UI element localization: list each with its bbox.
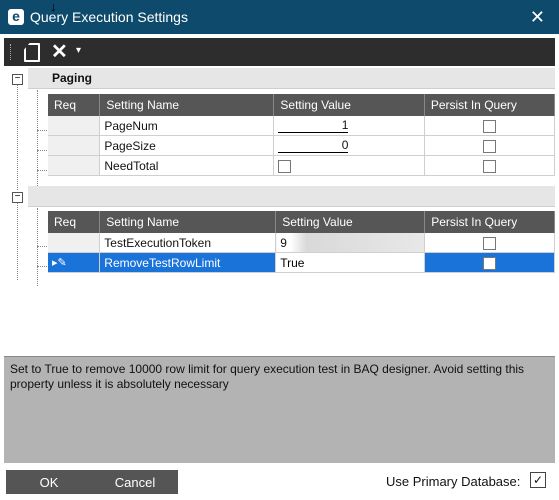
tree-line [17, 200, 18, 280]
setting-value-input[interactable]: 1 [278, 118, 349, 133]
app-logo-icon: e [8, 8, 24, 25]
row-edit-indicator-icon[interactable]: ▸✎ [48, 252, 101, 273]
grid-header-row: Req Setting Name Setting Value Persist I… [48, 211, 555, 233]
close-button[interactable]: ✕ [530, 7, 545, 28]
persist-cell [424, 116, 556, 136]
setting-value-cell[interactable] [273, 155, 425, 176]
col-header-persist: Persist In Query [424, 94, 556, 116]
col-header-setting-value: Setting Value [275, 211, 426, 233]
settings-grid-paging: Req Setting Name Setting Value Persist I… [48, 94, 556, 176]
setting-name: RemoveTestRowLimit [99, 252, 277, 273]
setting-name: TestExecutionToken [99, 233, 277, 253]
col-header-req: Req [48, 94, 101, 116]
table-row[interactable]: TestExecutionToken 9 [48, 233, 555, 253]
ok-button[interactable]: OK [6, 470, 92, 494]
table-row[interactable]: NeedTotal [48, 155, 556, 176]
col-header-req: Req [48, 211, 101, 233]
expand-collapse-toggle[interactable]: − [12, 192, 23, 203]
persist-checkbox[interactable] [483, 236, 497, 250]
group-header-paging: Paging [28, 68, 555, 89]
group-title: Paging [52, 71, 93, 85]
table-row-selected[interactable]: ▸✎ RemoveTestRowLimit True [48, 252, 555, 273]
table-row[interactable]: PageSize 0 [48, 135, 556, 156]
cancel-button[interactable]: Cancel [92, 470, 178, 494]
col-header-setting-name: Setting Name [99, 211, 277, 233]
expand-collapse-toggle[interactable]: − [12, 74, 23, 85]
setting-value-input[interactable]: 0 [278, 138, 349, 153]
toolbar-grip-icon [10, 44, 14, 60]
tree-line [37, 90, 38, 190]
persist-checkbox[interactable] [483, 256, 497, 270]
new-document-icon[interactable] [24, 43, 40, 62]
use-primary-database-label: Use Primary Database: [386, 474, 521, 489]
row-selector[interactable] [48, 135, 101, 156]
setting-name: PageSize [99, 135, 275, 156]
delete-x-icon[interactable]: ✕ [51, 39, 68, 64]
persist-cell [424, 233, 555, 253]
setting-description: Set to True to remove 10000 row limit fo… [10, 362, 525, 391]
title-bar: e Query Execution Settings ✕ [0, 0, 559, 34]
row-selector[interactable] [48, 233, 101, 253]
tree-line [17, 80, 18, 190]
persist-checkbox[interactable] [482, 139, 496, 153]
setting-value-checkbox[interactable] [278, 159, 292, 173]
toolbar: ✕ ▾ [4, 38, 555, 66]
col-header-setting-name: Setting Name [99, 94, 275, 116]
setting-value-cell[interactable]: 0 [273, 135, 425, 156]
grid-header-row: Req Setting Name Setting Value Persist I… [48, 94, 556, 116]
delete-dropdown-button[interactable]: ▾ [76, 45, 81, 56]
mouse-cursor-icon: ↓ [50, 0, 57, 14]
settings-grid-2: Req Setting Name Setting Value Persist I… [48, 211, 555, 273]
setting-name: PageNum [99, 116, 275, 136]
persist-checkbox[interactable] [482, 119, 496, 133]
tree-line [37, 208, 38, 286]
use-primary-database-checkbox[interactable]: ✓ [530, 472, 546, 488]
persist-cell [424, 135, 556, 156]
persist-cell [424, 252, 555, 273]
description-panel: Set to True to remove 10000 row limit fo… [4, 356, 555, 463]
persist-cell [424, 155, 556, 176]
setting-value-input[interactable]: True [275, 252, 426, 273]
group-header-2 [28, 186, 555, 207]
col-header-persist: Persist In Query [424, 211, 555, 233]
col-header-setting-value: Setting Value [273, 94, 425, 116]
setting-value-cell[interactable]: 1 [273, 116, 425, 136]
setting-name: NeedTotal [99, 155, 275, 176]
row-selector[interactable] [48, 155, 101, 176]
table-row[interactable]: PageNum 1 [48, 116, 556, 136]
settings-tree: − Paging Req Setting Name Setting Value … [4, 68, 556, 354]
persist-checkbox[interactable] [482, 159, 496, 173]
row-selector[interactable] [48, 116, 101, 136]
setting-value-input[interactable]: 9 [275, 233, 426, 253]
